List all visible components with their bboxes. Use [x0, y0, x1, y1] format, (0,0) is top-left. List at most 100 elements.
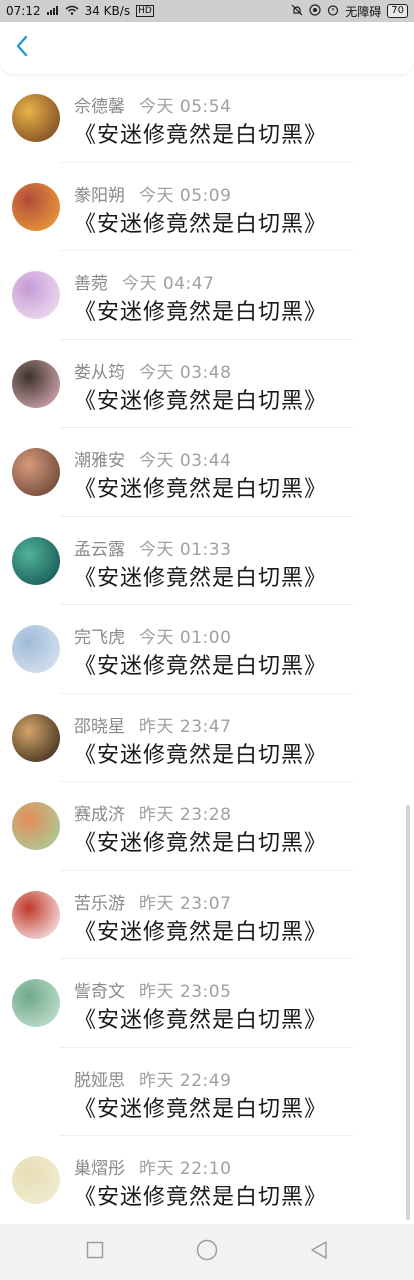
signal-icon — [46, 4, 59, 18]
mute-icon — [291, 4, 303, 19]
sender-line: 赛成济 昨天 23:28 — [74, 800, 231, 825]
list-item[interactable]: 善菀 今天 04:47 《安迷修竟然是白切黑》 — [0, 251, 414, 340]
list-item[interactable]: 巢熠彤 昨天 22:10 《安迷修竟然是白切黑》 — [0, 1136, 414, 1224]
clock: 07:12 — [6, 4, 41, 18]
sender-line: 脱娅思 昨天 22:49 — [74, 1066, 231, 1091]
avatar[interactable] — [12, 713, 60, 762]
top-bar — [0, 22, 414, 74]
avatar[interactable] — [12, 890, 60, 939]
message-text: 《安迷修竟然是白切黑》 — [74, 742, 328, 768]
avatar[interactable] — [12, 1156, 60, 1204]
sync-icon — [309, 3, 321, 19]
message-time: 今天 01:33 — [139, 539, 232, 560]
avatar[interactable] — [12, 94, 60, 142]
avatar[interactable] — [12, 271, 60, 319]
message-text: 《安迷修竟然是白切黑》 — [74, 211, 328, 237]
sender-line: 佘德馨 今天 05:54 — [74, 92, 231, 117]
list-item[interactable]: 脱娅思 昨天 22:49 《安迷修竟然是白切黑》 — [0, 1048, 414, 1136]
sender-name: 邵晓星 — [74, 716, 125, 737]
list-item[interactable]: 邵晓星 昨天 23:47 《安迷修竟然是白切黑》 — [0, 694, 414, 782]
chevron-left-icon — [15, 35, 29, 61]
triangle-back-icon — [309, 1240, 329, 1264]
message-text: 《安迷修竟然是白切黑》 — [74, 1008, 328, 1033]
home-button[interactable] — [195, 1239, 219, 1265]
avatar[interactable] — [12, 182, 60, 231]
message-text: 《安迷修竟然是白切黑》 — [74, 654, 328, 679]
sender-name: 巢熠彤 — [74, 1159, 125, 1179]
avatar[interactable] — [12, 359, 60, 408]
sender-line: 完飞虎 今天 01:00 — [74, 623, 231, 648]
sender-name: 善菀 — [74, 274, 108, 294]
avatar[interactable] — [12, 979, 60, 1027]
wifi-icon — [65, 4, 79, 18]
message-text: 《安迷修竟然是白切黑》 — [74, 565, 328, 591]
message-time: 昨天 22:49 — [139, 1070, 232, 1091]
avatar[interactable] — [12, 625, 60, 673]
status-bar: 07:12 34 KB/s HD 无障碍 70 — [0, 0, 414, 22]
sender-name: 完飞虎 — [74, 628, 125, 648]
message-time: 昨天 23:28 — [139, 805, 232, 825]
avatar[interactable] — [12, 1067, 60, 1116]
message-time: 今天 01:00 — [139, 628, 232, 648]
back-button[interactable] — [8, 34, 36, 62]
hd-badge: HD — [136, 5, 154, 17]
message-text: 《安迷修竟然是白切黑》 — [74, 477, 328, 502]
message-text: 《安迷修竟然是白切黑》 — [74, 300, 328, 325]
message-text: 《安迷修竟然是白切黑》 — [74, 388, 328, 414]
sender-line: 巢熠彤 昨天 22:10 — [74, 1154, 231, 1179]
sender-name: 潮雅安 — [74, 451, 125, 471]
sender-name: 訾奇文 — [74, 982, 125, 1002]
avatar[interactable] — [12, 536, 60, 585]
sender-name: 赛成济 — [74, 805, 125, 825]
message-list[interactable]: 佘德馨 今天 05:54 《安迷修竟然是白切黑》 豢阳朔 今天 05:09 《安迷修竟然是… — [0, 74, 414, 1224]
sender-line: 潮雅安 今天 03:44 — [74, 446, 231, 471]
list-item[interactable]: 訾奇文 昨天 23:05 《安迷修竟然是白切黑》 — [0, 959, 414, 1048]
list-item[interactable]: 赛成济 昨天 23:28 《安迷修竟然是白切黑》 — [0, 782, 414, 871]
system-back-button[interactable] — [307, 1240, 331, 1264]
avatar[interactable] — [12, 802, 60, 850]
message-time: 今天 04:47 — [122, 274, 215, 294]
list-item[interactable]: 苦乐游 昨天 23:07 《安迷修竟然是白切黑》 — [0, 871, 414, 959]
recent-apps-button[interactable] — [83, 1240, 107, 1264]
sender-name: 佘德馨 — [74, 97, 125, 117]
sender-name: 脱娅思 — [74, 1070, 125, 1091]
sender-line: 孟云露 今天 01:33 — [74, 535, 231, 560]
sender-name: 孟云露 — [74, 539, 125, 560]
message-time: 昨天 23:05 — [139, 982, 232, 1002]
circle-icon — [196, 1239, 218, 1265]
message-text: 《安迷修竟然是白切黑》 — [74, 1185, 328, 1210]
list-item[interactable]: 孟云露 今天 01:33 《安迷修竟然是白切黑》 — [0, 517, 414, 605]
network-speed: 34 KB/s — [84, 4, 131, 18]
sender-name: 豢阳朔 — [74, 185, 125, 206]
battery-level: 70 — [387, 4, 408, 18]
avatar[interactable] — [12, 448, 60, 496]
sender-line: 娄从筠 今天 03:48 — [74, 358, 231, 383]
system-nav-bar — [0, 1224, 414, 1280]
list-item[interactable]: 佘德馨 今天 05:54 《安迷修竟然是白切黑》 — [0, 74, 414, 163]
list-item[interactable]: 豢阳朔 今天 05:09 《安迷修竟然是白切黑》 — [0, 163, 414, 251]
message-time: 今天 05:09 — [139, 185, 232, 206]
message-text: 《安迷修竟然是白切黑》 — [74, 1096, 328, 1122]
square-icon — [86, 1241, 104, 1263]
message-time: 昨天 23:47 — [139, 716, 232, 737]
sender-line: 善菀 今天 04:47 — [74, 269, 214, 294]
message-time: 昨天 22:10 — [139, 1159, 232, 1179]
message-text: 《安迷修竟然是白切黑》 — [74, 831, 328, 856]
scrollbar[interactable] — [406, 805, 410, 1220]
sender-name: 娄从筠 — [74, 362, 125, 383]
sender-line: 豢阳朔 今天 05:09 — [74, 181, 231, 206]
alarm-icon — [327, 4, 339, 19]
message-text: 《安迷修竟然是白切黑》 — [74, 919, 328, 945]
list-item[interactable]: 潮雅安 今天 03:44 《安迷修竟然是白切黑》 — [0, 428, 414, 517]
sender-name: 苦乐游 — [74, 893, 125, 914]
list-item[interactable]: 完飞虎 今天 01:00 《安迷修竟然是白切黑》 — [0, 605, 414, 694]
message-time: 今天 05:54 — [139, 97, 232, 117]
message-time: 今天 03:44 — [139, 451, 232, 471]
accessibility-label: 无障碍 — [345, 4, 382, 19]
sender-line: 訾奇文 昨天 23:05 — [74, 977, 231, 1002]
message-text: 《安迷修竟然是白切黑》 — [74, 123, 328, 148]
sender-line: 苦乐游 昨天 23:07 — [74, 889, 231, 914]
list-item[interactable]: 娄从筠 今天 03:48 《安迷修竟然是白切黑》 — [0, 340, 414, 428]
sender-line: 邵晓星 昨天 23:47 — [74, 712, 231, 737]
message-time: 昨天 23:07 — [139, 893, 232, 914]
